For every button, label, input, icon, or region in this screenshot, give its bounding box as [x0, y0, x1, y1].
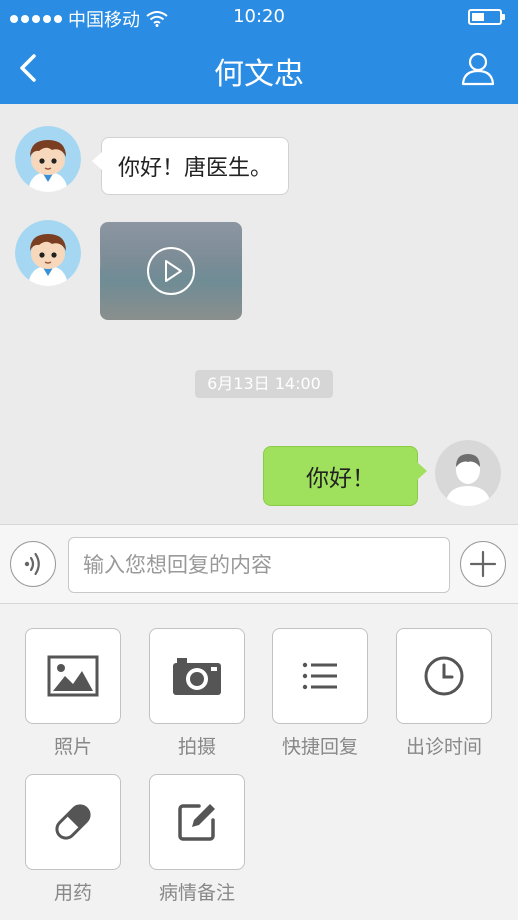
tool-label: 快捷回复 [281, 736, 358, 758]
tools-panel: 照片 拍摄 快捷回复 出诊时间 用药 病情备注 [0, 605, 518, 920]
plus-icon [469, 550, 497, 578]
message-timestamp: 6月13日 14:00 [195, 370, 333, 398]
voice-button[interactable] [10, 541, 56, 587]
message-text: 你好！唐医生。 [118, 156, 273, 181]
reply-input[interactable] [68, 537, 450, 593]
tool-photo-button[interactable] [25, 628, 121, 724]
clock-time: 10:20 [233, 6, 285, 27]
tool-medication[interactable]: 用药 [25, 774, 121, 905]
tool-camera-button[interactable] [149, 628, 245, 724]
play-icon[interactable] [146, 246, 196, 296]
message-text: 你好！ [306, 466, 375, 492]
edit-note-icon [178, 804, 215, 841]
person-icon[interactable] [460, 50, 496, 86]
tool-label: 照片 [53, 736, 92, 758]
add-button[interactable] [460, 541, 506, 587]
tool-label: 病情备注 [158, 882, 235, 904]
tool-condition-note-button[interactable] [149, 774, 245, 870]
incoming-message-bubble[interactable]: 你好！唐医生。 [91, 137, 290, 195]
tool-label: 出诊时间 [405, 736, 482, 758]
tool-medication-button[interactable] [25, 774, 121, 870]
clock-icon [424, 656, 464, 696]
video-message[interactable] [100, 222, 242, 320]
tool-quick-reply[interactable]: 快捷回复 [272, 628, 368, 759]
tool-camera[interactable]: 拍摄 [149, 628, 245, 759]
status-bar: 中国移动 10:20 [0, 0, 518, 34]
tool-quick-reply-button[interactable] [272, 628, 368, 724]
tool-label: 拍摄 [177, 736, 216, 758]
camera-icon [173, 658, 221, 695]
pill-icon [55, 804, 91, 840]
tool-photo[interactable]: 照片 [25, 628, 121, 759]
chat-area: 你好！唐医生。 6月13日 14:00 你好！ [0, 104, 518, 524]
tool-clinic-time-button[interactable] [396, 628, 492, 724]
tool-clinic-time[interactable]: 出诊时间 [396, 628, 492, 759]
user-avatar[interactable] [435, 440, 501, 506]
nav-bar: 何文忠 [0, 34, 518, 104]
list-icon [302, 662, 337, 690]
page-title: 何文忠 [214, 57, 304, 92]
battery-icon [468, 9, 505, 25]
input-bar [0, 524, 518, 604]
voice-icon [24, 552, 40, 576]
doctor-avatar[interactable] [15, 126, 81, 192]
image-icon [47, 655, 99, 697]
tool-label: 用药 [53, 882, 92, 904]
tool-condition-note[interactable]: 病情备注 [149, 774, 245, 905]
doctor-avatar[interactable] [15, 220, 81, 286]
outgoing-message-bubble[interactable]: 你好！ [263, 446, 427, 506]
